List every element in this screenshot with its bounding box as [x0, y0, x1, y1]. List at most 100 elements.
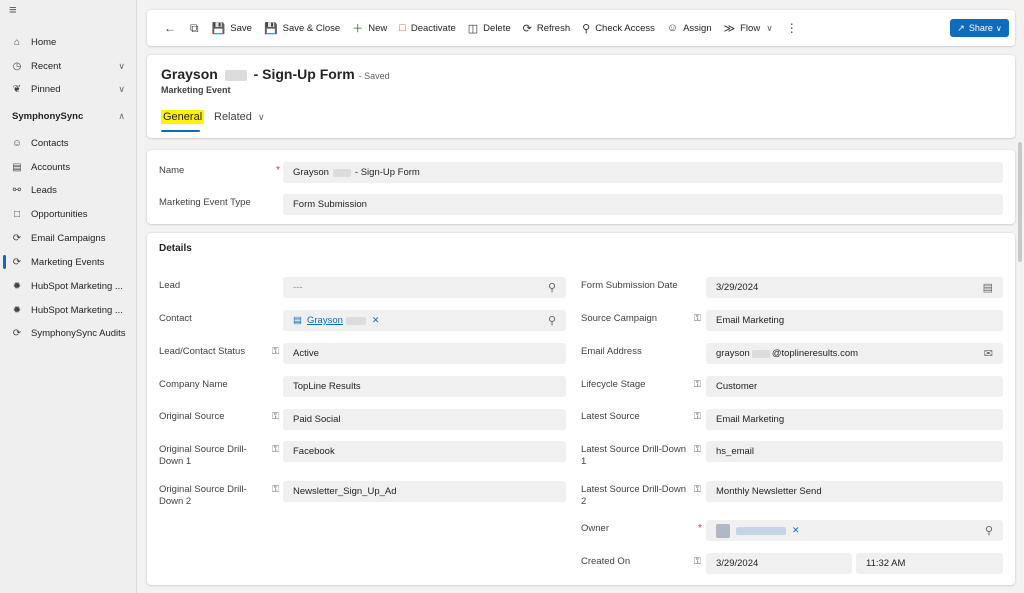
search-icon[interactable]: ⚲	[548, 314, 556, 327]
chevron-down-icon: ∨	[766, 22, 773, 33]
original-source-dd1-label: Original Source Drill-Down 1	[159, 444, 247, 467]
sidebar-item-symphonysync-audits[interactable]: ⟳ SymphonySync Audits	[0, 322, 137, 344]
check-access-label: Check Access	[595, 22, 655, 34]
tab-related-label: Related	[214, 111, 252, 123]
owner-label: Owner	[581, 523, 609, 534]
email-address-field[interactable]: grayson @toplineresults.com ✉	[706, 343, 1003, 364]
save-close-button[interactable]: 💾 Save & Close	[258, 10, 346, 46]
sidebar: ≡ ⌂ Home ◷ Recent ∨ ❦ Pinned ∨ SymphonyS…	[0, 0, 137, 593]
required-indicator: *	[276, 165, 280, 176]
original-source-dd2-label: Original Source Drill-Down 2	[159, 484, 247, 507]
details-title: Details	[159, 243, 192, 254]
owner-lookup[interactable]: ✕ ⚲	[706, 520, 1003, 541]
redacted-block	[751, 349, 770, 358]
contact-lookup[interactable]: ▤ Grayson ✕ ⚲	[283, 310, 566, 331]
sidebar-item-recent[interactable]: ◷ Recent ∨	[0, 55, 137, 77]
name-value-rest: - Sign-Up Form	[354, 167, 420, 178]
created-on-date-value: 3/29/2024	[716, 558, 759, 569]
sidebar-item-accounts[interactable]: ▤ Accounts	[0, 156, 137, 178]
back-button[interactable]: ←	[157, 10, 183, 46]
created-on-label: Created On	[581, 556, 631, 567]
sidebar-item-marketing-events[interactable]: ⟳ Marketing Events	[0, 251, 137, 273]
assign-button[interactable]: ☺ Assign	[661, 10, 718, 46]
sidebar-item-contacts[interactable]: ☺ Contacts	[0, 132, 137, 154]
mail-icon[interactable]: ✉	[984, 347, 993, 360]
lock-icon: ⚿	[694, 411, 701, 421]
flow-button[interactable]: ≫ Flow ∨	[718, 10, 779, 46]
redacted-block	[332, 168, 351, 177]
original-source-value: Paid Social	[293, 414, 341, 425]
scrollbar-thumb[interactable]	[1018, 142, 1022, 262]
sidebar-item-email-campaigns[interactable]: ⟳ Email Campaigns	[0, 227, 137, 249]
check-access-button[interactable]: ⚲ Check Access	[576, 10, 661, 46]
sidebar-item-home[interactable]: ⌂ Home	[0, 31, 137, 53]
refresh-icon: ⟳	[522, 22, 532, 35]
command-bar: ← ⧉ 💾 Save 💾 Save & Close ＋ New □ Deacti…	[147, 10, 1015, 46]
latest-source-value: Email Marketing	[716, 414, 785, 425]
save-button[interactable]: 💾 Save	[206, 10, 258, 46]
refresh-button[interactable]: ⟳ Refresh	[517, 10, 576, 46]
lead-value: ---	[293, 282, 303, 293]
open-in-new-window-button[interactable]: ⧉	[183, 10, 206, 46]
sidebar-item-label: Recent	[31, 60, 62, 72]
company-name-field[interactable]: TopLine Results	[283, 376, 566, 397]
clock-icon: ◷	[12, 60, 22, 72]
more-commands-button[interactable]: ⋮	[779, 10, 805, 46]
source-campaign-field: Email Marketing	[706, 310, 1003, 331]
sidebar-section-symphonysync[interactable]: SymphonySync ∧	[0, 105, 137, 127]
tab-related[interactable]: Related ∨	[214, 111, 265, 123]
share-icon: ↗	[957, 22, 965, 33]
sidebar-item-label: SymphonySync Audits	[31, 327, 126, 339]
sidebar-item-opportunities[interactable]: □ Opportunities	[0, 203, 137, 225]
lock-icon: ⚿	[272, 411, 279, 421]
delete-button[interactable]: ◫ Delete	[462, 10, 517, 46]
company-name-value: TopLine Results	[293, 381, 361, 392]
share-button[interactable]: ↗ Share ∨	[950, 19, 1009, 37]
opportunity-icon: □	[13, 208, 21, 220]
original-source-label: Original Source	[159, 411, 225, 422]
new-button[interactable]: ＋ New	[346, 10, 393, 46]
chevron-down-icon: ∨	[118, 83, 125, 94]
key-icon: ⚲	[582, 22, 591, 35]
remove-contact-icon[interactable]: ✕	[372, 315, 380, 326]
name-field[interactable]: Grayson - Sign-Up Form	[283, 162, 1003, 183]
deactivate-icon: □	[399, 22, 406, 34]
sidebar-item-hubspot-marketing-2[interactable]: ✹ HubSpot Marketing ...	[0, 299, 137, 321]
sidebar-item-label: Opportunities	[31, 208, 88, 220]
lock-icon: ⚿	[694, 444, 701, 454]
email-address-label: Email Address	[581, 346, 642, 357]
deactivate-label: Deactivate	[410, 22, 456, 34]
calendar-icon[interactable]: ▤	[983, 281, 993, 294]
lead-lookup[interactable]: --- ⚲	[283, 277, 566, 298]
company-name-label: Company Name	[159, 379, 228, 390]
search-icon[interactable]: ⚲	[985, 524, 993, 537]
deactivate-button[interactable]: □ Deactivate	[393, 10, 462, 46]
form-submission-date-field[interactable]: 3/29/2024 ▤	[706, 277, 1003, 298]
trash-icon: ◫	[467, 22, 479, 35]
required-indicator: *	[698, 523, 702, 534]
sidebar-item-hubspot-marketing-1[interactable]: ✹ HubSpot Marketing ...	[0, 275, 137, 297]
sidebar-item-label: Accounts	[31, 161, 71, 173]
record-header: Grayson - Sign-Up Form - Saved Marketing…	[147, 55, 1015, 138]
record-title: Grayson - Sign-Up Form - Saved	[161, 66, 390, 82]
tab-general[interactable]: General	[161, 110, 205, 124]
latest-source-dd2-field: Monthly Newsletter Send	[706, 481, 1003, 502]
latest-source-dd2-value: Monthly Newsletter Send	[716, 486, 822, 497]
search-icon[interactable]: ⚲	[548, 281, 556, 294]
remove-owner-icon[interactable]: ✕	[792, 525, 800, 536]
home-icon: ⌂	[13, 36, 21, 48]
event-type-field[interactable]: Form Submission	[283, 194, 1003, 215]
source-campaign-value: Email Marketing	[716, 315, 785, 326]
hamburger-icon[interactable]: ≡	[9, 2, 17, 17]
sidebar-item-leads[interactable]: ⚯ Leads	[0, 179, 137, 201]
sidebar-item-label: Home	[31, 36, 57, 48]
lead-label: Lead	[159, 280, 181, 291]
general-section: Name * Grayson - Sign-Up Form Marketing …	[147, 150, 1015, 224]
original-source-dd2-field: Newsletter_Sign_Up_Ad	[283, 481, 566, 502]
original-source-field: Paid Social	[283, 409, 566, 430]
lifecycle-stage-value: Customer	[716, 381, 758, 392]
event-type-label: Marketing Event Type	[159, 197, 251, 208]
contact-link[interactable]: Grayson	[307, 315, 343, 326]
latest-source-dd2-label: Latest Source Drill-Down 2	[581, 484, 687, 507]
sidebar-item-pinned[interactable]: ❦ Pinned ∨	[0, 78, 137, 100]
